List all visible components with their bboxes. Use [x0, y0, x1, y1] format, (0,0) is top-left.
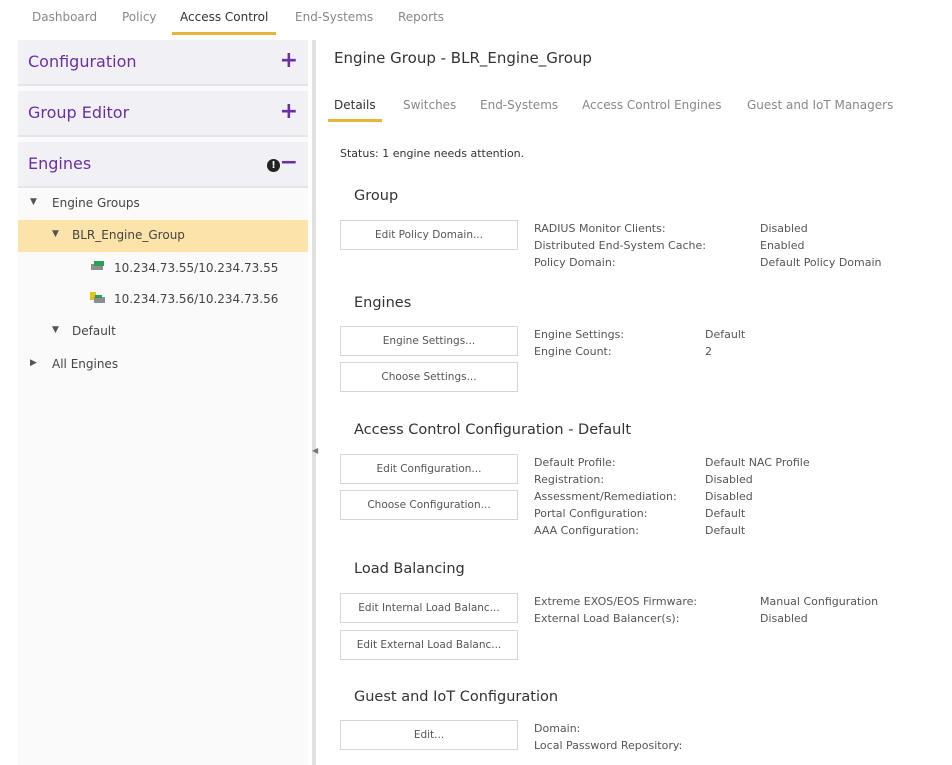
tree-item-default[interactable]: ▼ Default [18, 316, 308, 348]
lb-keys: Extreme EXOS/EOS Firmware: External Load… [534, 593, 697, 627]
acc-keys: Default Profile: Registration: Assessmen… [534, 454, 677, 539]
tree-item-engine[interactable]: 10.234.73.56/10.234.73.56 [18, 284, 308, 316]
field-value: Enabled [760, 239, 805, 252]
field-label: Local Password Repository: [534, 739, 683, 752]
field-value: Disabled [760, 222, 808, 235]
tab-dashboard[interactable]: Dashboard [24, 10, 105, 32]
status-message: Status: 1 engine needs attention. [340, 147, 525, 160]
tree-label: 10.234.73.55/10.234.73.55 [114, 261, 279, 275]
left-panel: Configuration + Group Editor + Engines !… [18, 40, 308, 765]
caret-right-icon[interactable]: ▶ [30, 358, 37, 368]
top-nav: Dashboard Policy Access Control End-Syst… [0, 0, 952, 36]
tree-label: BLR_Engine_Group [72, 228, 185, 242]
edit-internal-load-balancer-button[interactable]: Edit Internal Load Balanc... [340, 593, 518, 623]
tab-policy[interactable]: Policy [114, 10, 165, 32]
field-label: Assessment/Remediation: [534, 490, 677, 503]
section-engines[interactable]: Engines ! − [18, 142, 308, 188]
tab-switches[interactable]: Switches [397, 98, 462, 119]
group-values: Disabled Enabled Default Policy Domain [760, 220, 882, 271]
choose-configuration-button[interactable]: Choose Configuration... [340, 490, 518, 520]
group-keys: RADIUS Monitor Clients: Distributed End-… [534, 220, 706, 271]
section-title: Engines [28, 154, 92, 173]
edit-policy-domain-button[interactable]: Edit Policy Domain... [340, 220, 518, 250]
field-value: Default [705, 507, 746, 520]
engine-settings-button[interactable]: Engine Settings... [340, 326, 518, 356]
tab-end-systems[interactable]: End-Systems [287, 10, 381, 32]
field-value: Default [705, 328, 746, 341]
field-value: Disabled [705, 473, 753, 486]
section-title-load-balancing: Load Balancing [354, 561, 465, 577]
field-label: External Load Balancer(s): [534, 612, 680, 625]
field-value: Disabled [705, 490, 753, 503]
field-value: Manual Configuration [760, 595, 879, 608]
field-label: Distributed End-System Cache: [534, 239, 706, 252]
tab-reports[interactable]: Reports [390, 10, 452, 32]
section-group-editor[interactable]: Group Editor + [18, 91, 308, 137]
caret-down-icon[interactable]: ▼ [52, 325, 59, 335]
splitter-grip-icon[interactable]: ◀ [312, 446, 318, 455]
engine-warning-icon [90, 292, 105, 303]
field-label: Engine Count: [534, 345, 612, 358]
tab-guest-iot-managers[interactable]: Guest and IoT Managers [741, 98, 899, 119]
caret-down-icon[interactable]: ▼ [30, 197, 37, 207]
section-title-group: Group [354, 188, 399, 204]
choose-settings-button[interactable]: Choose Settings... [340, 362, 518, 392]
section-title-engines: Engines [354, 295, 412, 311]
engines-values: Default 2 [705, 326, 745, 360]
field-label: Default Profile: [534, 456, 616, 469]
field-value: Default Policy Domain [760, 256, 882, 269]
tab-end-systems[interactable]: End-Systems [474, 98, 564, 119]
engines-keys: Engine Settings: Engine Count: [534, 326, 624, 360]
acc-values: Default NAC Profile Disabled Disabled De… [705, 454, 810, 539]
tab-access-control-engines[interactable]: Access Control Engines [576, 98, 727, 119]
engine-ok-icon [91, 261, 104, 270]
field-value: Default NAC Profile [705, 456, 810, 469]
caret-down-icon[interactable]: ▼ [52, 229, 59, 239]
tree-label: Engine Groups [52, 196, 140, 210]
section-title: Group Editor [28, 103, 130, 122]
edit-external-load-balancer-button[interactable]: Edit External Load Balanc... [340, 630, 518, 660]
tree-item-blr-engine-group[interactable]: ▼ BLR_Engine_Group [18, 220, 308, 252]
expand-plus-icon[interactable]: + [280, 48, 298, 73]
details-panel: Engine Group - BLR_Engine_Group Details … [320, 40, 952, 765]
guest-keys: Domain: Local Password Repository: [534, 720, 682, 754]
collapse-minus-icon[interactable]: − [280, 150, 298, 175]
field-label: AAA Configuration: [534, 524, 639, 537]
info-icon: ! [267, 159, 280, 172]
tree-item-all-engines[interactable]: ▶ All Engines [18, 349, 308, 381]
tree-label: Default [72, 324, 116, 338]
section-title-access-control-config: Access Control Configuration - Default [354, 422, 632, 438]
field-label: Domain: [534, 722, 581, 735]
field-label: Policy Domain: [534, 256, 616, 269]
field-value: Disabled [760, 612, 808, 625]
field-value: 2 [705, 345, 712, 358]
field-label: Extreme EXOS/EOS Firmware: [534, 595, 698, 608]
tab-access-control[interactable]: Access Control [172, 10, 277, 35]
field-label: RADIUS Monitor Clients: [534, 222, 666, 235]
field-label: Registration: [534, 473, 605, 486]
field-label: Engine Settings: [534, 328, 625, 341]
expand-plus-icon[interactable]: + [280, 99, 298, 124]
tree-item-engine-groups[interactable]: ▼ Engine Groups [18, 188, 308, 220]
section-configuration[interactable]: Configuration + [18, 40, 308, 86]
field-value: Default [705, 524, 746, 537]
page-title: Engine Group - BLR_Engine_Group [334, 49, 592, 67]
field-label: Portal Configuration: [534, 507, 648, 520]
panel-splitter[interactable]: ◀ [312, 40, 318, 765]
tab-details[interactable]: Details [328, 98, 382, 122]
edit-guest-iot-button[interactable]: Edit... [340, 720, 518, 750]
tree-label: All Engines [52, 357, 119, 371]
lb-values: Manual Configuration Disabled [760, 593, 878, 627]
section-title: Configuration [28, 52, 137, 71]
edit-configuration-button[interactable]: Edit Configuration... [340, 454, 518, 484]
section-title-guest-iot: Guest and IoT Configuration [354, 689, 559, 705]
tree-label: 10.234.73.56/10.234.73.56 [114, 292, 279, 306]
tree-item-engine[interactable]: 10.234.73.55/10.234.73.55 [18, 253, 308, 285]
